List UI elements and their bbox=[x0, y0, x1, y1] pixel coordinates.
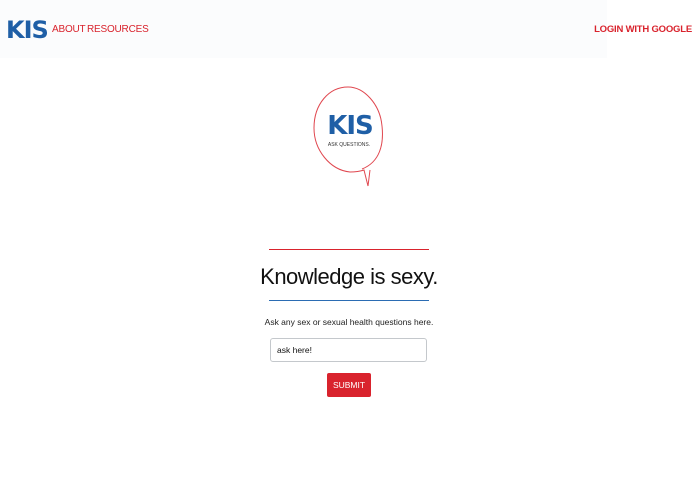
navbar: KIS ABOUT RESOURCES bbox=[0, 0, 607, 58]
bottom-divider bbox=[269, 300, 429, 301]
top-divider bbox=[269, 249, 429, 250]
login-with-google-link[interactable]: LOGIN WITH GOOGLE bbox=[594, 24, 692, 36]
nav-link-about[interactable]: ABOUT bbox=[52, 24, 86, 36]
logo-tagline: ASK QUESTIONS. bbox=[327, 142, 371, 148]
question-input[interactable] bbox=[270, 338, 427, 362]
logo-wordmark: KIS bbox=[327, 111, 374, 141]
nav-link-resources[interactable]: RESOURCES bbox=[87, 24, 149, 36]
brand-logo-link[interactable]: KIS bbox=[6, 16, 49, 44]
page: KIS ABOUT RESOURCES LOGIN WITH GOOGLE KI… bbox=[0, 0, 700, 500]
submit-button[interactable]: SUBMIT bbox=[327, 373, 371, 397]
page-subtitle: Ask any sex or sexual health questions h… bbox=[264, 317, 434, 327]
page-headline: Knowledge is sexy. bbox=[260, 264, 438, 289]
